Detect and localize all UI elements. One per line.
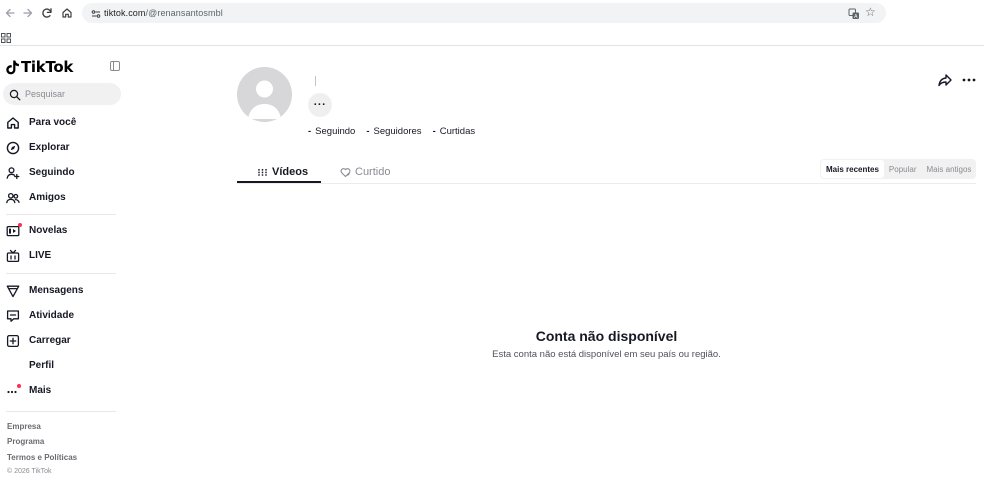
apps-grid-icon[interactable] (1, 30, 11, 43)
forward-arrow-icon[interactable] (20, 5, 36, 21)
bookmarks-bar (0, 26, 984, 46)
tiktok-note-icon (6, 60, 19, 74)
share-icon[interactable] (937, 72, 953, 88)
likes-label: Curtidas (439, 125, 476, 137)
profile-icon-placeholder (6, 359, 20, 373)
more-dots-icon (6, 384, 21, 398)
nav-label: Carregar (29, 335, 71, 346)
nav-label: Mensagens (29, 285, 84, 296)
search-icon (9, 88, 21, 101)
sort-mais-antigos[interactable]: Mais antigos (922, 160, 977, 178)
nav-label: Explorar (29, 142, 70, 153)
nav-item-atividade[interactable]: Atividade (6, 306, 116, 326)
nav-label: Seguindo (29, 167, 75, 178)
sort-mais-recentes[interactable]: Mais recentes (821, 160, 884, 178)
nav-item-live[interactable]: LIVE (6, 246, 116, 266)
copyright-text: © 2026 TikTok (7, 468, 52, 475)
svg-text:A: A (854, 14, 858, 20)
sort-popular[interactable]: Popular (884, 160, 922, 178)
film-icon (6, 223, 22, 238)
nav-label: LIVE (29, 250, 52, 261)
sidebar-divider (6, 273, 116, 274)
search-input[interactable]: Pesquisar (3, 83, 121, 105)
translate-icon[interactable]: A (848, 7, 860, 20)
upload-plus-icon (6, 334, 20, 348)
reload-icon[interactable] (39, 5, 55, 21)
nav-item-amigos[interactable]: Amigos (6, 188, 116, 208)
following-stat[interactable]: - Seguindo (308, 126, 355, 137)
following-label: Seguindo (315, 125, 356, 137)
nav-item-explorar[interactable]: Explorar (6, 138, 116, 158)
tabs-divider (237, 183, 976, 184)
followers-count: - (366, 125, 370, 137)
heart-icon (340, 167, 351, 178)
search-placeholder: Pesquisar (25, 89, 66, 99)
back-arrow-icon[interactable] (2, 5, 18, 21)
nav-label: Atividade (29, 310, 75, 321)
url-text: tiktok.com/@renansantosmbl (104, 8, 223, 18)
sidebar-divider (6, 411, 116, 412)
nav-item-mais[interactable]: Mais (6, 381, 116, 401)
profile-stats: - Seguindo - Seguidores - Curtidas (308, 125, 486, 137)
followers-stat[interactable]: - Seguidores (366, 126, 421, 137)
nav-item-perfil[interactable]: Perfil (6, 356, 116, 376)
tab-videos[interactable]: Vídeos (257, 162, 308, 182)
home-icon (6, 116, 20, 130)
bookmark-star-icon[interactable]: ☆ (865, 6, 878, 19)
profile-more-button[interactable]: ··· (308, 93, 332, 117)
sidebar-divider (6, 214, 116, 215)
nav-label: Perfil (29, 360, 55, 371)
site-info-icon[interactable] (90, 7, 102, 19)
empty-state-title: Conta não disponível (535, 328, 678, 344)
nav-item-seguindo[interactable]: Seguindo (6, 163, 116, 183)
following-count: - (308, 125, 312, 137)
user-plus-icon (6, 166, 20, 180)
likes-count: - (432, 125, 436, 137)
footer-link-programa[interactable]: Programa (7, 437, 44, 447)
notification-dot (18, 223, 22, 227)
nav-label: Para você (29, 117, 77, 128)
collapse-sidebar-icon[interactable] (109, 59, 121, 71)
nav-label: Novelas (29, 225, 68, 236)
empty-state-message: Esta conta não está disponível em seu pa… (492, 349, 721, 360)
notification-dot (17, 384, 21, 388)
nav-item-novelas[interactable]: Novelas (6, 221, 116, 241)
default-avatar-icon (248, 80, 281, 119)
tiktok-logo[interactable]: TikTok (6, 56, 73, 78)
nav-label: Amigos (29, 192, 66, 203)
nav-label: Mais (29, 385, 52, 396)
avatar (237, 67, 292, 122)
sidebar: TikTok Pesquisar Para você Explorar Segu… (0, 46, 125, 504)
chat-icon (6, 309, 20, 323)
footer-link-termos[interactable]: Termos e Políticas (7, 453, 77, 463)
tab-label: Vídeos (272, 166, 309, 178)
live-tv-icon (6, 249, 20, 263)
browser-toolbar: tiktok.com/@renansantosmbl A ☆ (0, 0, 984, 26)
grid-bars-icon (257, 167, 268, 178)
nav-item-mensagens[interactable]: Mensagens (6, 281, 116, 301)
tab-label: Curtido (355, 166, 391, 178)
nav-item-para-voce[interactable]: Para você (6, 113, 116, 133)
tab-curtido[interactable]: Curtido (340, 162, 390, 182)
home-icon[interactable] (59, 5, 75, 21)
compass-icon (6, 141, 20, 155)
address-bar[interactable]: tiktok.com/@renansantosmbl A ☆ (82, 3, 886, 23)
footer-link-empresa[interactable]: Empresa (7, 422, 41, 432)
friends-icon (6, 191, 20, 205)
more-options-icon[interactable] (961, 72, 977, 88)
followers-label: Seguidores (373, 125, 422, 137)
sort-control: Mais recentes Popular Mais antigos (820, 159, 976, 179)
send-icon (6, 284, 20, 298)
likes-stat: - Curtidas (433, 126, 476, 137)
logo-wordmark: TikTok (21, 58, 74, 76)
username-placeholder (315, 76, 316, 86)
nav-item-carregar[interactable]: Carregar (6, 331, 116, 351)
